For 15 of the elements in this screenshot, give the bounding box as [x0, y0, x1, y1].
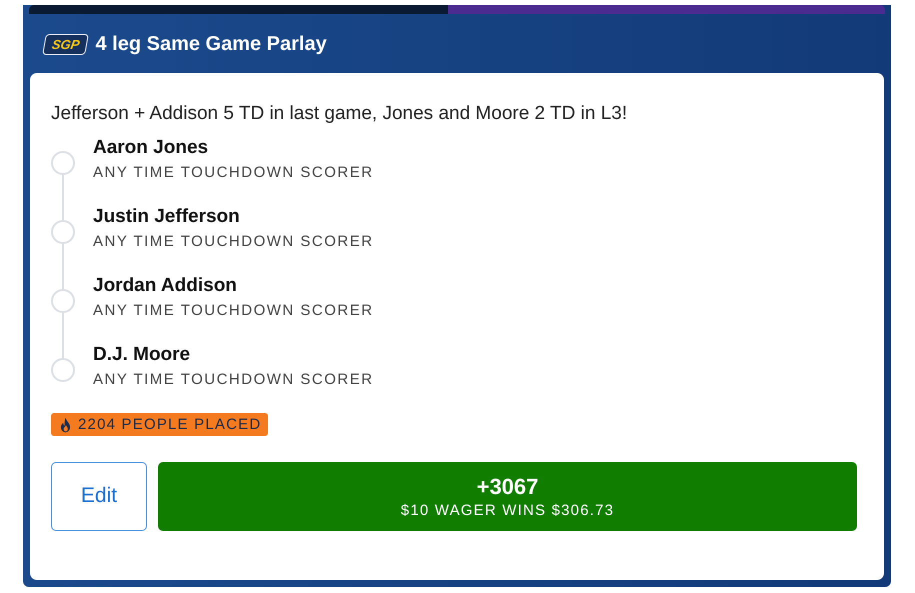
edit-button[interactable]: Edit	[51, 462, 147, 530]
player-name: Aaron Jones	[93, 137, 210, 159]
description: Jefferson + Addison 5 TD in last game, Jones and Moore 2 TD in L3!	[51, 103, 628, 125]
player-name: Jordan Addison	[93, 275, 238, 297]
player-name: Justin Jefferson	[93, 206, 241, 228]
player-name: D.J. Moore	[93, 344, 192, 366]
market-label: ANY TIME TOUCHDOWN SCORER	[93, 371, 374, 388]
sgp-badge: SGP	[42, 34, 90, 54]
market-label: ANY TIME TOUCHDOWN SCORER	[93, 164, 374, 181]
bet-button[interactable]: +3067 $10 WAGER WINS $306.73	[158, 462, 857, 530]
card-title: 4 leg Same Game Parlay	[95, 32, 327, 56]
popularity-tag: 2204 PEOPLE PLACED	[51, 413, 268, 436]
market-label: ANY TIME TOUCHDOWN SCORER	[93, 302, 374, 319]
market-label: ANY TIME TOUCHDOWN SCORER	[93, 233, 374, 250]
flame-icon	[60, 416, 71, 432]
